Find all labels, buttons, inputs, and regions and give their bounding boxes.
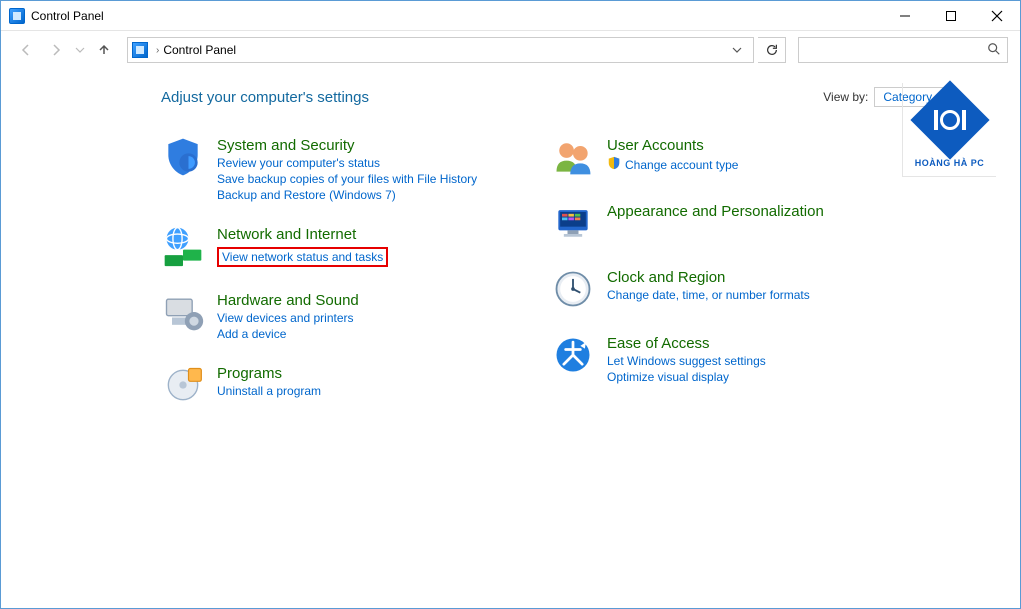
minimize-button[interactable] xyxy=(882,1,928,30)
category-item: User Accounts Change account type xyxy=(551,135,921,179)
window-title: Control Panel xyxy=(31,9,882,23)
category-item: Appearance and Personalization xyxy=(551,201,921,245)
content-area: Adjust your computer's settings View by:… xyxy=(1,69,1020,608)
logo-diamond-icon xyxy=(910,80,989,159)
category-item: Ease of Access Let Windows suggest settin… xyxy=(551,333,921,384)
address-dropdown-icon[interactable] xyxy=(725,38,749,62)
category-item: Network and Internet View network status … xyxy=(161,224,531,268)
category-item: Programs Uninstall a program xyxy=(161,363,531,407)
category-title[interactable]: System and Security xyxy=(217,137,477,154)
main-panel: Adjust your computer's settings View by:… xyxy=(25,87,996,608)
category-icon[interactable] xyxy=(161,363,205,407)
breadcrumb-chevron-icon: › xyxy=(156,45,159,56)
titlebar: Control Panel xyxy=(1,1,1020,31)
category-item: Clock and Region Change date, time, or nu… xyxy=(551,267,921,311)
forward-button[interactable] xyxy=(43,37,69,63)
category-sublink[interactable]: Add a device xyxy=(217,327,359,341)
category-body: Clock and Region Change date, time, or nu… xyxy=(607,267,810,311)
category-item: Hardware and Sound View devices and print… xyxy=(161,290,531,341)
shield-icon xyxy=(607,156,621,173)
control-panel-window: Control Panel › Co xyxy=(0,0,1021,609)
maximize-button[interactable] xyxy=(928,1,974,30)
category-title[interactable]: User Accounts xyxy=(607,137,738,154)
category-icon[interactable] xyxy=(551,333,595,377)
category-title[interactable]: Hardware and Sound xyxy=(217,292,359,309)
category-body: Programs Uninstall a program xyxy=(217,363,321,407)
category-title[interactable]: Appearance and Personalization xyxy=(607,203,824,220)
category-body: Hardware and Sound View devices and print… xyxy=(217,290,359,341)
category-item: System and Security Review your computer'… xyxy=(161,135,531,202)
category-icon[interactable] xyxy=(161,224,205,268)
back-button[interactable] xyxy=(13,37,39,63)
recent-locations-dropdown[interactable] xyxy=(73,37,87,63)
window-controls xyxy=(882,1,1020,30)
category-sublink-text: Add a device xyxy=(217,327,286,341)
category-title[interactable]: Clock and Region xyxy=(607,269,810,286)
search-icon[interactable] xyxy=(987,42,1001,59)
address-bar[interactable]: › Control Panel xyxy=(127,37,754,63)
category-sublink-text: Optimize visual display xyxy=(607,370,729,384)
category-sublink-text: Change account type xyxy=(625,158,738,172)
category-body: Appearance and Personalization xyxy=(607,201,824,245)
page-title: Adjust your computer's settings xyxy=(161,89,823,106)
toolbar: › Control Panel xyxy=(1,31,1020,69)
address-bar-icon xyxy=(132,42,148,58)
category-title[interactable]: Network and Internet xyxy=(217,226,388,243)
category-sublink-highlighted[interactable]: View network status and tasks xyxy=(217,247,388,267)
category-sublink[interactable]: Change account type xyxy=(607,156,738,173)
category-sublink-text: Change date, time, or number formats xyxy=(607,288,810,302)
category-sublink-text: View network status and tasks xyxy=(222,250,383,264)
category-sublink[interactable]: Change date, time, or number formats xyxy=(607,288,810,302)
refresh-button[interactable] xyxy=(758,37,786,63)
category-sublink[interactable]: Review your computer's status xyxy=(217,156,477,170)
close-button[interactable] xyxy=(974,1,1020,30)
category-body: Ease of Access Let Windows suggest settin… xyxy=(607,333,766,384)
viewby-label: View by: xyxy=(823,90,868,104)
category-sublink[interactable]: Let Windows suggest settings xyxy=(607,354,766,368)
category-sublink-text: Backup and Restore (Windows 7) xyxy=(217,188,396,202)
category-sublink-text: Uninstall a program xyxy=(217,384,321,398)
category-icon[interactable] xyxy=(551,201,595,245)
category-body: System and Security Review your computer'… xyxy=(217,135,477,202)
category-sublink[interactable]: Save backup copies of your files with Fi… xyxy=(217,172,477,186)
category-icon[interactable] xyxy=(551,135,595,179)
control-panel-icon xyxy=(9,8,25,24)
breadcrumb-item[interactable]: Control Panel xyxy=(163,43,236,57)
category-sublink-text: Let Windows suggest settings xyxy=(607,354,766,368)
category-body: Network and Internet View network status … xyxy=(217,224,388,268)
category-sublink[interactable]: View devices and printers xyxy=(217,311,359,325)
category-sublink-text: Save backup copies of your files with Fi… xyxy=(217,172,477,186)
category-sublink-text: Review your computer's status xyxy=(217,156,380,170)
category-sublink[interactable]: Uninstall a program xyxy=(217,384,321,398)
category-icon[interactable] xyxy=(551,267,595,311)
category-title[interactable]: Ease of Access xyxy=(607,335,766,352)
up-button[interactable] xyxy=(91,37,117,63)
category-column-left: System and Security Review your computer'… xyxy=(161,135,531,429)
search-input[interactable] xyxy=(805,43,987,57)
category-sublink[interactable]: Backup and Restore (Windows 7) xyxy=(217,188,477,202)
category-sublink[interactable]: Optimize visual display xyxy=(607,370,766,384)
category-icon[interactable] xyxy=(161,135,205,179)
category-column-right: User Accounts Change account type Appearan… xyxy=(551,135,921,429)
category-body: User Accounts Change account type xyxy=(607,135,738,179)
brand-logo: HOÀNG HÀ PC xyxy=(902,83,996,177)
search-box[interactable] xyxy=(798,37,1008,63)
category-sublink-text: View devices and printers xyxy=(217,311,354,325)
category-title[interactable]: Programs xyxy=(217,365,321,382)
category-icon[interactable] xyxy=(161,290,205,334)
